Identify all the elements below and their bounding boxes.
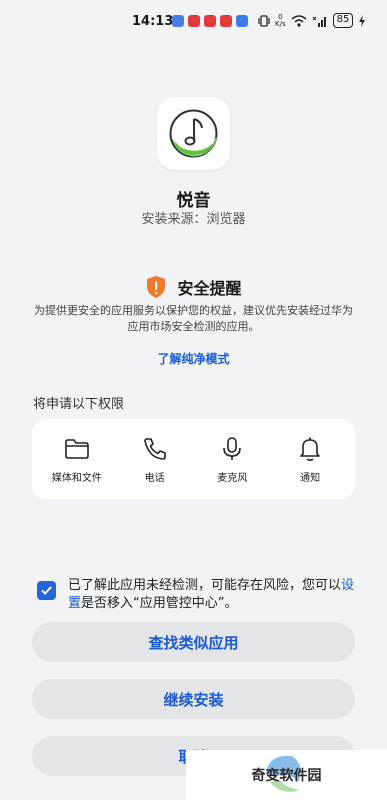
- notification-app-icon: [204, 15, 216, 27]
- folder-icon: [65, 438, 89, 459]
- security-warning-header: 安全提醒: [0, 275, 387, 299]
- permission-label: 麦克风: [217, 472, 248, 484]
- shield-warning-icon: [147, 276, 166, 298]
- consent-text-before: 已了解此应用未经检测，可能存在风险，您可以: [68, 578, 342, 593]
- network-speed-unit: K/s: [275, 19, 286, 28]
- status-time: 14:13: [132, 14, 174, 29]
- notification-icons: [172, 15, 248, 27]
- continue-install-button[interactable]: 继续安装: [32, 679, 355, 719]
- network-speed: 0 K/s: [275, 13, 286, 28]
- find-similar-apps-button[interactable]: 查找类似应用: [32, 622, 355, 662]
- permission-media-files: 媒体和文件: [42, 435, 112, 484]
- notification-app-icon: [236, 15, 248, 27]
- consent-text: 已了解此应用未经检测，可能存在风险，您可以设置是否移入“应用管控中心”。: [68, 577, 358, 613]
- status-bar: 14:13 0 K/s 85: [0, 0, 387, 44]
- permission-label: 媒体和文件: [51, 472, 102, 484]
- notification-app-icon: [172, 15, 184, 27]
- install-source: 安装来源：浏览器: [141, 212, 246, 227]
- app-icon: [157, 97, 230, 170]
- watermark: 奇变软件园: [186, 750, 387, 800]
- consent-text-after: 是否移入“应用管控中心”。: [81, 596, 238, 611]
- watermark-text: 奇变软件园: [251, 768, 322, 784]
- charging-icon: [359, 14, 366, 27]
- warning-body: 为提供更安全的应用服务以保护您的权益，建议优先安装经过华为应用市场安全检测的应用…: [34, 304, 353, 333]
- permissions-card: 媒体和文件 电话 麦克风 通知: [32, 419, 355, 499]
- phone-icon: [143, 437, 166, 460]
- permission-microphone: 麦克风: [197, 435, 267, 484]
- checkmark-icon: [41, 586, 52, 595]
- status-indicators: 0 K/s 85: [258, 13, 366, 28]
- music-note-icon: [169, 109, 218, 158]
- risk-acknowledge-checkbox[interactable]: [37, 581, 56, 600]
- permission-label: 通知: [300, 472, 321, 484]
- signal-icon: [312, 16, 326, 27]
- notification-app-icon: [188, 15, 200, 27]
- permission-notification: 通知: [275, 435, 345, 484]
- bell-icon: [300, 437, 320, 461]
- warning-title: 安全提醒: [177, 279, 242, 298]
- learn-pure-mode-link[interactable]: 了解纯净模式: [0, 350, 387, 367]
- vibrate-icon: [258, 14, 270, 27]
- wifi-icon: [291, 14, 307, 27]
- permissions-heading: 将申请以下权限: [33, 397, 125, 412]
- permission-phone: 电话: [120, 435, 190, 484]
- notification-app-icon: [220, 15, 232, 27]
- permission-label: 电话: [144, 472, 165, 484]
- microphone-icon: [223, 436, 242, 460]
- battery-indicator: 85: [332, 13, 354, 28]
